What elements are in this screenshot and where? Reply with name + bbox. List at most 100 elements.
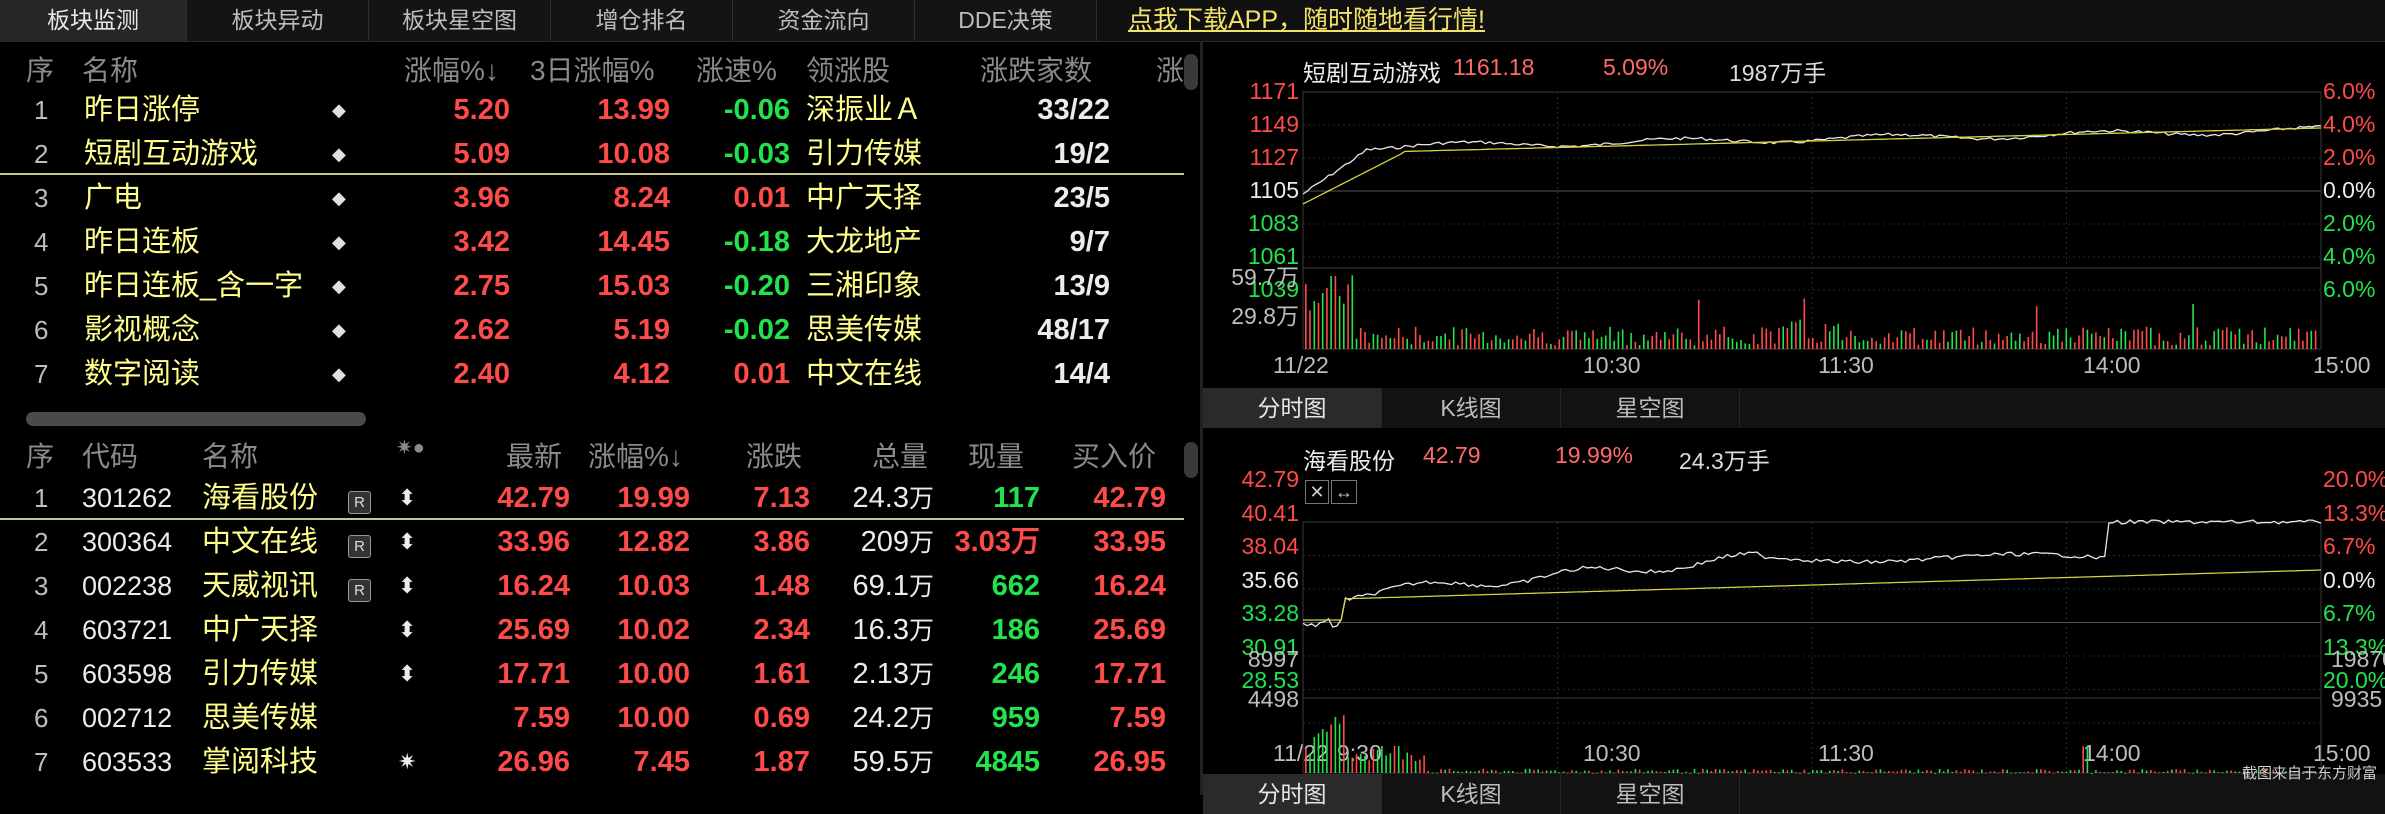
r-badge: R [348,530,371,558]
sector-leader[interactable]: 深振业Ａ [806,88,922,132]
header-speed[interactable]: 涨速% [696,49,777,89]
tab-sector-anomaly[interactable]: 板块异动 [187,0,369,41]
volume-bar [1326,288,1328,349]
sector-name[interactable]: 广电 [84,176,324,220]
sector-row[interactable]: 3 广电 ◆ 3.96 8.24 0.01 中广天择 23/5 [0,176,1184,220]
stock-row[interactable]: 6 002712 思美传媒 7.59 10.00 0.69 24.2万 959 7.59 [0,696,1184,740]
sector-leader[interactable]: 引力传媒 [806,132,922,176]
sector-row[interactable]: 6 影视概念 ◆ 2.62 5.19 -0.02 思美传媒 48/17 [0,308,1184,352]
stock-row[interactable]: 1 301262 海看股份 R ⬍ 42.79 19.99 7.13 24.3万 117 42.79 [0,476,1184,520]
header-updown-count[interactable]: 涨跌家数 [980,49,1092,89]
stock-name[interactable]: 中文在线 [202,520,318,564]
stock-row[interactable]: 3 002238 天威视讯 R ⬍ 16.24 10.03 1.48 69.1万 662 16.24 [0,564,1184,608]
volume-bar [1469,333,1472,349]
stock-name[interactable]: 天威视讯 [202,564,318,608]
volume-bar [1461,771,1463,773]
volume-bar [1866,771,1869,773]
volume-bar [1431,341,1434,349]
volume-bar [1727,337,1730,349]
header-total-volume[interactable]: 总量 [872,435,928,475]
sector-row[interactable]: 5 昨日连板_含一字 ◆ 2.75 15.03 -0.20 三湘印象 13/9 [0,264,1184,308]
sector-row[interactable]: 4 昨日连板 ◆ 3.42 14.45 -0.18 大龙地产 9/7 [0,220,1184,264]
header-leader[interactable]: 领涨股 [806,49,890,89]
header-stock-index[interactable]: 序 [26,435,54,475]
header-markers[interactable]: ✷● [396,435,425,460]
sector-name[interactable]: 昨日涨停 [84,88,324,132]
stock-name[interactable]: 掌阅科技 [202,740,318,784]
volume-bar [1731,771,1734,773]
volume-bar [2074,770,2076,773]
stock-code[interactable]: 603598 [82,652,172,696]
header-change-pct[interactable]: 涨幅%↓ [404,49,499,89]
sector-name[interactable]: 昨日连板 [84,220,324,264]
header-last-price[interactable]: 最新 [506,435,562,475]
header-3day-change[interactable]: 3日涨幅% [530,49,654,89]
sector-leader[interactable]: 大龙地产 [806,220,922,264]
header-bid-price[interactable]: 买入价 [1072,435,1156,475]
tab-sector-monitor[interactable]: 板块监测 [0,0,187,41]
header-stock-code[interactable]: 代码 [82,435,138,475]
header-current-volume[interactable]: 现量 [968,435,1024,475]
header-name[interactable]: 名称 [82,49,138,89]
sector-name[interactable]: 短剧互动游戏 [84,132,324,176]
volume-bar [1596,338,1599,349]
header-stock-name[interactable]: 名称 [202,435,258,475]
subtab2-kline[interactable]: K线图 [1382,774,1561,814]
subtab2-starmap[interactable]: 星空图 [1561,774,1740,814]
sector-row[interactable]: 7 数字阅读 ◆ 2.40 4.12 0.01 中文在线 14/4 [0,352,1184,396]
sector-row[interactable]: 1 昨日涨停 ◆ 5.20 13.99 -0.06 深振业Ａ 33/22 [0,88,1184,132]
sector-change-pct: 5.09 [453,138,510,170]
stock-row[interactable]: 5 603598 引力传媒 ⬍ 17.71 10.00 1.61 2.13万 246 17.71 [0,652,1184,696]
subtab-kline[interactable]: K线图 [1382,388,1561,428]
close-icon[interactable]: ✕ [1305,480,1329,504]
subtab-starmap[interactable]: 星空图 [1561,388,1740,428]
sector-leader[interactable]: 三湘印象 [806,264,922,308]
stock-row[interactable]: 7 603533 掌阅科技 ✷ 26.96 7.45 1.87 59.5万 4845 26.95 [0,740,1184,784]
header-stock-change-pct[interactable]: 涨幅%↓ [588,435,683,475]
sector-name[interactable]: 数字阅读 [84,352,324,396]
stock-code[interactable]: 603533 [82,740,172,784]
stock-name[interactable]: 海看股份 [202,476,318,520]
volume-bar [1499,338,1501,349]
tab-sector-starmap[interactable]: 板块星空图 [369,0,551,41]
stock-code[interactable]: 002238 [82,564,172,608]
volume-bar [2074,342,2076,349]
volume-bar [2268,341,2270,349]
header-truncated[interactable]: 涨 [1156,49,1184,89]
header-index[interactable]: 序 [26,49,54,89]
stock-name[interactable]: 思美传媒 [202,696,318,740]
stock-code[interactable]: 301262 [82,476,172,520]
header-change[interactable]: 涨跌 [746,435,802,475]
stock-row[interactable]: 4 603721 中广天择 ⬍ 25.69 10.02 2.34 16.3万 186 25.69 [0,608,1184,652]
download-app-link[interactable]: 点我下载APP，随时随地看行情! [1128,0,1485,41]
diamond-icon: ◆ [332,188,346,208]
stock-name[interactable]: 引力传媒 [202,652,318,696]
subtab2-intraday[interactable]: 分时图 [1203,774,1382,814]
tab-dde-decision[interactable]: DDE决策 [915,0,1097,41]
sector-leader[interactable]: 思美传媒 [806,308,922,352]
subtab-intraday[interactable]: 分时图 [1203,388,1382,428]
volume-bar [1761,770,1763,773]
sector-leader[interactable]: 中广天择 [806,176,922,220]
stock-code[interactable]: 300364 [82,520,172,564]
sector-horizontal-scrollbar[interactable] [26,412,366,426]
tab-fund-flow[interactable]: 资金流向 [733,0,915,41]
row-index: 3 [34,183,49,213]
volume-bar [1512,339,1514,349]
sector-vertical-scrollbar[interactable] [1184,54,1198,90]
sector-name[interactable]: 昨日连板_含一字 [84,264,324,308]
stock-row[interactable]: 2 300364 中文在线 R ⬍ 33.96 12.82 3.86 209万 3.03万 33.9… [0,520,1184,564]
stock-vertical-scrollbar[interactable] [1184,442,1198,478]
volume-bar [2306,331,2308,349]
sector-name[interactable]: 影视概念 [84,308,324,352]
volume-bar [1896,771,1899,773]
volume-bar [1913,327,1915,349]
stock-name[interactable]: 中广天择 [202,608,318,652]
expand-horizontal-icon[interactable]: ↔ [1331,480,1357,504]
stock-code[interactable]: 603721 [82,608,172,652]
volume-bar [1410,344,1413,349]
sector-leader[interactable]: 中文在线 [806,352,922,396]
stock-code[interactable]: 002712 [82,696,172,740]
sector-row[interactable]: 2 短剧互动游戏 ◆ 5.09 10.08 -0.03 引力传媒 19/2 [0,132,1184,176]
tab-position-rank[interactable]: 增仓排名 [551,0,733,41]
